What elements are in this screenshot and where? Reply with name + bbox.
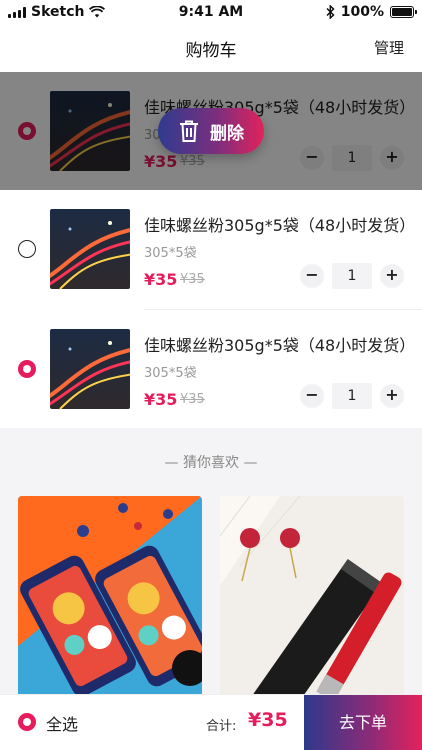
cart-item[interactable]: 佳味螺丝粉305g*5袋（48小时发货） 305*5袋 ¥35 ¥35 − 1 … (0, 190, 422, 308)
manage-button[interactable]: 管理 (374, 37, 404, 58)
item-checkbox[interactable] (18, 360, 36, 378)
item-checkbox[interactable] (18, 240, 36, 258)
select-all-label[interactable]: 全选 (46, 711, 78, 735)
quantity-stepper: − 1 + (300, 383, 404, 409)
total-value: ¥35 (248, 709, 288, 731)
increase-button[interactable]: + (380, 384, 404, 408)
trash-icon (180, 120, 198, 142)
bluetooth-icon (326, 5, 335, 19)
delete-button[interactable]: 删除 (158, 108, 264, 154)
select-all-checkbox[interactable] (18, 713, 36, 731)
checkout-button[interactable]: 去下单 (304, 695, 422, 750)
recommend-title: — 猜你喜欢 — (164, 455, 258, 471)
total-label: 合计: (206, 719, 237, 734)
original-price: ¥35 (180, 272, 205, 287)
delete-label: 删除 (210, 123, 244, 144)
product-price: ¥35 (144, 390, 178, 409)
original-price: ¥35 (180, 392, 205, 407)
recommend-card[interactable] (220, 496, 404, 706)
cart-item[interactable]: 佳味螺丝粉305g*5袋（48小时发货） 305*5袋 ¥35 ¥35 − 1 … (0, 310, 422, 428)
status-bar: Sketch 9:41 AM 100% (0, 0, 422, 24)
increase-button[interactable]: + (380, 264, 404, 288)
product-title: 佳味螺丝粉305g*5袋（48小时发货） (144, 336, 416, 355)
battery-label: 100% (340, 4, 384, 20)
quantity-input[interactable]: 1 (332, 263, 372, 289)
battery-icon (390, 6, 417, 18)
product-image (220, 496, 404, 706)
product-title: 佳味螺丝粉305g*5袋（48小时发货） (144, 216, 416, 235)
product-image (18, 496, 202, 706)
quantity-stepper: − 1 + (300, 263, 404, 289)
checkout-bar: 全选 合计: ¥35 去下单 (0, 694, 422, 750)
product-spec: 305*5袋 (144, 366, 197, 381)
page-title: 购物车 (185, 41, 237, 61)
quantity-input[interactable]: 1 (332, 383, 372, 409)
nav-bar: 购物车 管理 (0, 24, 422, 72)
decrease-button[interactable]: − (300, 264, 324, 288)
decrease-button[interactable]: − (300, 384, 324, 408)
status-right: 100% (326, 4, 417, 20)
product-spec: 305*5袋 (144, 246, 197, 261)
recommend-card[interactable] (18, 496, 202, 706)
product-thumbnail[interactable] (50, 209, 130, 289)
product-price: ¥35 (144, 270, 178, 289)
product-thumbnail[interactable] (50, 329, 130, 409)
